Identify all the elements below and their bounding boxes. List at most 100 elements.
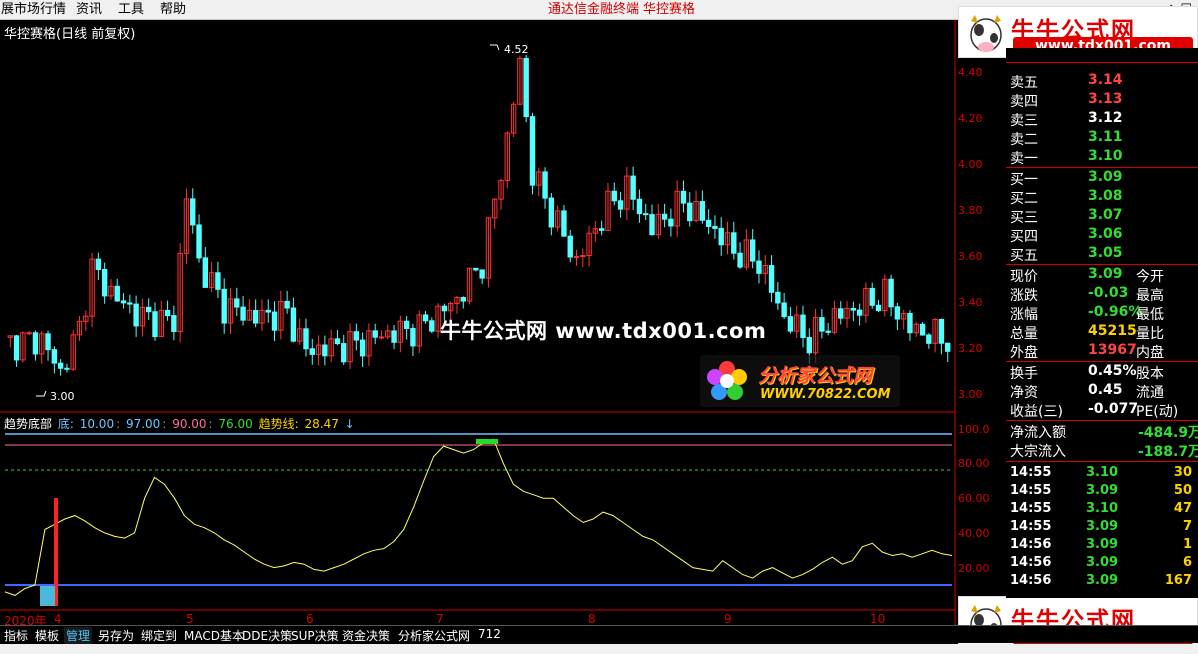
tab-template[interactable]: 模板 — [33, 627, 61, 644]
candle-body — [378, 336, 385, 339]
tick-row: 14:56 3.09 1 — [1010, 537, 1192, 552]
value-v1: 10.00 — [79, 417, 115, 431]
menu-market[interactable]: 展市场行情 — [1, 2, 66, 18]
candle-body — [252, 309, 259, 324]
tab-save-as[interactable]: 另存为 — [96, 627, 136, 644]
stat-row-outer: 外盘 13967 内盘 — [1010, 342, 1164, 361]
price-tick: 4.40 — [958, 66, 983, 79]
tick-row: 14:55 3.09 7 — [1010, 519, 1192, 534]
price-tick: 3.80 — [958, 204, 983, 217]
value-v2: 97.00 — [125, 417, 161, 431]
ind-tick: 80.00 — [958, 457, 990, 470]
tab-bind-to[interactable]: 绑定到 — [139, 627, 179, 644]
candle-body — [171, 315, 177, 332]
order-row-sell4[interactable]: 卖四 3.13 — [1010, 91, 1196, 110]
date-tick: 4 — [54, 612, 62, 626]
candle-body — [850, 307, 857, 311]
candle-body — [290, 307, 297, 342]
price-tick: 3.60 — [958, 250, 983, 263]
stat-row-turnover: 换手 0.45% 股本 — [1010, 363, 1164, 382]
candle-body — [643, 213, 649, 216]
status-bar — [0, 644, 1198, 654]
stat-row-pct: 涨幅 -0.96% 最低 — [1010, 304, 1164, 323]
candle-body — [680, 190, 687, 204]
candle-body — [869, 287, 875, 306]
order-row-buy3[interactable]: 买三 3.07 — [1010, 207, 1196, 226]
menu-help[interactable]: 帮助 — [160, 2, 186, 18]
stat-row-price: 现价 3.09 今开 — [1010, 266, 1164, 285]
quote-panel: 卖五 3.14 卖四 3.13 卖三 3.12 卖二 3.11 卖一 3.10 买一 3.0… — [1006, 48, 1198, 598]
order-row-sell5[interactable]: 卖五 3.14 — [1010, 72, 1196, 91]
candle-body — [284, 300, 290, 309]
candle-body — [460, 296, 466, 302]
candle-body — [630, 175, 636, 200]
tab-capital[interactable]: 资金决策 — [340, 627, 392, 644]
candle-body — [598, 228, 605, 231]
order-row-buy2[interactable]: 买二 3.08 — [1010, 188, 1196, 207]
tick-row: 14:55 3.09 50 — [1010, 483, 1192, 498]
date-tick: 6 — [306, 612, 314, 626]
flow-row-net: 净流入额 -484.9万 — [1010, 425, 1198, 441]
tab-fxj[interactable]: 分析家公式网 — [396, 627, 472, 644]
order-row-sell3[interactable]: 卖三 3.12 — [1010, 110, 1196, 129]
ind-tick: 60.00 — [958, 492, 990, 505]
stat-row-volume: 总量 45215 量比 — [1010, 323, 1164, 342]
tab-sup[interactable]: SUP决策 — [289, 627, 341, 644]
candle-body — [938, 318, 945, 344]
candle-body — [391, 330, 397, 343]
order-row-buy1[interactable]: 买一 3.09 — [1010, 169, 1196, 188]
candle-body — [611, 190, 617, 202]
candle-body — [95, 258, 102, 270]
candle-body — [473, 267, 479, 271]
candle-body — [542, 171, 548, 199]
date-tick: 9 — [724, 612, 732, 626]
menu-news[interactable]: 资讯 — [76, 2, 102, 18]
chart-title: 华控赛格(日线 前复权) — [4, 27, 136, 42]
candle-body — [787, 316, 794, 332]
candle-body — [718, 227, 724, 246]
tab-indicator[interactable]: 指标 — [2, 627, 30, 644]
trend-label: 趋势线: — [258, 417, 299, 431]
tab-dde[interactable]: DDE决策 — [240, 627, 294, 644]
tab-macd[interactable]: MACD基本 — [182, 627, 246, 644]
top-marker — [476, 439, 498, 444]
candle-body — [919, 323, 926, 336]
indicator-name: 趋势底部 — [4, 417, 53, 431]
candle-body — [479, 269, 485, 279]
candle-body — [114, 285, 120, 302]
order-row-buy4[interactable]: 买四 3.06 — [1010, 226, 1196, 245]
candle-body — [617, 200, 624, 210]
candle-body — [441, 305, 448, 312]
candle-body — [907, 312, 913, 334]
tab-manage[interactable]: 管理 — [64, 627, 93, 644]
tick-row: 14:56 3.09 6 — [1010, 555, 1192, 570]
order-row-buy5[interactable]: 买五 3.05 — [1010, 245, 1196, 264]
candle-body — [429, 320, 435, 332]
arrow-down-icon: ↓ — [344, 417, 355, 431]
order-row-sell2[interactable]: 卖二 3.11 — [1010, 129, 1196, 148]
stat-row-netasset: 净资 0.45 流通 — [1010, 382, 1164, 401]
candle-body — [945, 342, 951, 352]
high-label: 4.52 — [504, 43, 529, 56]
menu-tools[interactable]: 工具 — [118, 2, 144, 18]
candle-body — [403, 320, 410, 329]
candle-body — [221, 288, 227, 324]
candle-body — [699, 201, 706, 221]
candle-body — [64, 367, 70, 370]
candle-body — [561, 210, 567, 237]
tick-row: 14:56 3.09 167 — [1010, 573, 1192, 588]
order-row-sell1[interactable]: 卖一 3.10 — [1010, 148, 1196, 167]
ind-tick: 40.00 — [958, 527, 990, 540]
tdx-terminal-window: 展市场行情 资讯 工具 帮助 通达信金融终端 华控赛格 ◇ ☐ 4.52 3.0… — [0, 0, 1198, 654]
candle-body — [894, 306, 901, 320]
candle-body — [215, 272, 221, 290]
candle-body — [13, 335, 20, 361]
candle-body — [133, 303, 139, 327]
candle-body — [825, 330, 831, 333]
tab-712[interactable]: 712 — [476, 627, 503, 641]
price-tick: 4.20 — [958, 112, 983, 125]
candle-body — [164, 309, 171, 317]
candle-body — [309, 348, 315, 355]
stat-row-change: 涨跌 -0.03 最高 — [1010, 285, 1164, 304]
candle-body — [32, 332, 39, 355]
